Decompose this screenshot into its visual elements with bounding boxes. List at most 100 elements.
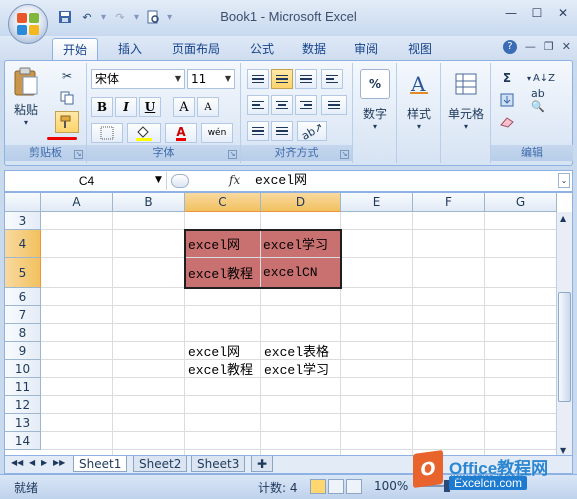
font-name-combo[interactable]: 宋体 ▼ xyxy=(91,69,185,89)
cell-c10[interactable]: excel教程 xyxy=(186,360,253,378)
row-header-10[interactable]: 10 xyxy=(5,360,41,378)
row-header-12[interactable]: 12 xyxy=(5,396,41,414)
scrollbar-thumb[interactable] xyxy=(558,292,571,402)
row-header-4[interactable]: 4 xyxy=(5,230,41,258)
merge-center-button[interactable] xyxy=(321,95,347,115)
font-size-combo[interactable]: 11 ▼ xyxy=(187,69,235,89)
row-header-11[interactable]: 11 xyxy=(5,378,41,396)
italic-button[interactable]: I xyxy=(115,97,137,117)
column-header-g[interactable]: G xyxy=(485,193,557,212)
column-header-d[interactable]: D xyxy=(261,193,341,212)
tab-formulas[interactable]: 公式 xyxy=(240,38,284,60)
orientation-button[interactable]: ab↗ xyxy=(297,120,327,142)
bold-button[interactable]: B xyxy=(91,97,113,117)
next-sheet-icon[interactable]: ▶ xyxy=(41,458,47,467)
tab-review[interactable]: 审阅 xyxy=(344,38,388,60)
page-break-view-icon[interactable] xyxy=(346,479,362,494)
cell-d5[interactable]: excelCN xyxy=(261,258,340,287)
row-header-5[interactable]: 5 xyxy=(5,258,41,288)
align-right-button[interactable] xyxy=(295,95,317,115)
wrap-text-button[interactable] xyxy=(321,69,343,89)
help-icon[interactable]: ? xyxy=(502,40,517,54)
row-header-13[interactable]: 13 xyxy=(5,414,41,432)
tab-insert[interactable]: 插入 xyxy=(108,38,152,60)
autosum-button[interactable]: Σ xyxy=(497,69,517,87)
cell-c4[interactable]: excel网 xyxy=(186,230,260,257)
tab-home[interactable]: 开始 xyxy=(52,38,99,60)
decrease-indent-button[interactable] xyxy=(247,121,269,141)
grow-font-button[interactable]: A xyxy=(173,97,195,117)
cell-d10[interactable]: excel学习 xyxy=(262,360,329,378)
vertical-scrollbar[interactable]: ▲ ▼ xyxy=(556,212,572,455)
copy-icon[interactable] xyxy=(57,89,77,107)
cell-d9[interactable]: excel表格 xyxy=(262,342,329,360)
fill-icon[interactable] xyxy=(497,91,517,109)
align-bottom-button[interactable] xyxy=(295,69,317,89)
name-box-dropdown-icon[interactable]: ▼ xyxy=(155,175,162,185)
column-header-b[interactable]: B xyxy=(113,193,185,212)
formula-bar-toggle[interactable] xyxy=(171,174,189,188)
borders-button[interactable] xyxy=(91,123,123,143)
prev-sheet-icon[interactable]: ◀ xyxy=(29,458,35,467)
cell-d4[interactable]: excel学习 xyxy=(261,230,340,257)
align-middle-button[interactable] xyxy=(271,69,293,89)
shrink-font-button[interactable]: A xyxy=(197,97,219,117)
phonetic-button[interactable]: wén xyxy=(201,123,233,143)
cells-button[interactable]: 单元格 ▾ xyxy=(443,69,489,131)
row-header-8[interactable]: 8 xyxy=(5,324,41,342)
column-header-c[interactable]: C xyxy=(185,193,261,212)
workbook-restore-icon[interactable]: ❐ xyxy=(544,40,554,54)
sheet-tab-2[interactable]: Sheet2 xyxy=(133,456,188,472)
number-format-button[interactable]: % 数字 ▾ xyxy=(357,69,393,131)
cell-c9[interactable]: excel网 xyxy=(186,342,240,360)
align-left-button[interactable] xyxy=(247,95,269,115)
sheet-tab-1[interactable]: Sheet1 xyxy=(73,456,128,472)
normal-view-icon[interactable] xyxy=(310,479,326,494)
underline-button[interactable]: U xyxy=(139,97,161,117)
office-button[interactable] xyxy=(8,4,48,44)
column-header-e[interactable]: E xyxy=(341,193,413,212)
close-icon[interactable]: ✕ xyxy=(555,6,571,20)
page-layout-view-icon[interactable] xyxy=(328,479,344,494)
clear-icon[interactable] xyxy=(497,113,517,131)
align-center-button[interactable] xyxy=(271,95,293,115)
align-top-button[interactable] xyxy=(247,69,269,89)
zoom-level[interactable]: 100% xyxy=(374,479,408,493)
fill-color-button[interactable] xyxy=(127,123,161,143)
workbook-close-icon[interactable]: ✕ xyxy=(562,40,571,54)
tab-view[interactable]: 视图 xyxy=(398,38,442,60)
clipboard-launcher-icon[interactable]: ↘ xyxy=(74,150,83,159)
find-select-icon[interactable]: ab🔍 xyxy=(531,87,557,113)
row-header-3[interactable]: 3 xyxy=(5,212,41,230)
column-header-f[interactable]: F xyxy=(413,193,485,212)
format-painter-icon[interactable] xyxy=(55,111,79,133)
worksheet-grid[interactable]: A B C D E F G 3 4 5 6 7 8 9 10 11 12 13 … xyxy=(4,192,573,456)
row-header-14[interactable]: 14 xyxy=(5,432,41,450)
row-header-9[interactable]: 9 xyxy=(5,342,41,360)
formula-input[interactable]: excel网 xyxy=(255,172,307,190)
sort-filter-icon[interactable]: A↓Z xyxy=(531,69,557,87)
row-header-6[interactable]: 6 xyxy=(5,288,41,306)
last-sheet-icon[interactable]: ▶▶ xyxy=(53,458,65,467)
alignment-launcher-icon[interactable]: ↘ xyxy=(340,150,349,159)
font-launcher-icon[interactable]: ↘ xyxy=(228,150,237,159)
minimize-icon[interactable]: — xyxy=(503,6,519,20)
first-sheet-icon[interactable]: ◀◀ xyxy=(11,458,23,467)
select-all-corner[interactable] xyxy=(5,193,41,212)
insert-sheet-icon[interactable]: ✚ xyxy=(251,456,273,472)
name-box[interactable]: C4 xyxy=(7,172,167,190)
expand-formula-bar-icon[interactable]: ⌄ xyxy=(558,173,570,188)
font-color-button[interactable]: A xyxy=(165,123,197,143)
insert-function-icon[interactable]: fx xyxy=(229,173,240,187)
tab-data[interactable]: 数据 xyxy=(292,38,336,60)
cell-c5[interactable]: excel教程 xyxy=(186,258,260,287)
cut-icon[interactable]: ✂ xyxy=(57,67,77,85)
styles-button[interactable]: A 样式 ▾ xyxy=(401,69,437,131)
row-header-7[interactable]: 7 xyxy=(5,306,41,324)
tab-page-layout[interactable]: 页面布局 xyxy=(162,38,230,60)
paste-button[interactable]: 粘贴 ▾ xyxy=(11,67,41,127)
increase-indent-button[interactable] xyxy=(271,121,293,141)
scroll-up-icon[interactable]: ▲ xyxy=(560,214,566,223)
column-header-a[interactable]: A xyxy=(41,193,113,212)
maximize-icon[interactable]: ☐ xyxy=(529,6,545,20)
